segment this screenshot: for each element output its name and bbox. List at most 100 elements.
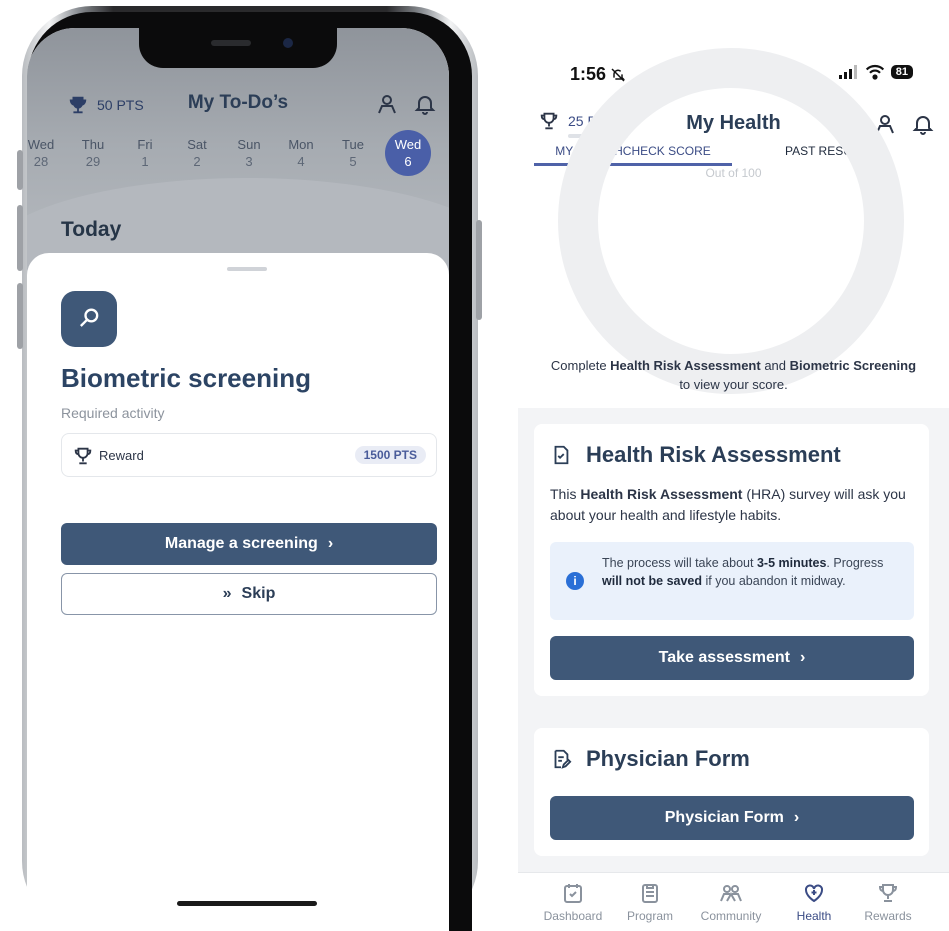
form-edit-icon: [554, 749, 572, 769]
desc-bold: Health Risk Assessment: [580, 486, 743, 502]
phone-notch: [139, 28, 337, 68]
day-number: 4: [297, 154, 305, 169]
card-title-text: Health Risk Assessment: [586, 442, 841, 467]
chevron-right-icon: ›: [327, 535, 334, 552]
tab-label: Community: [700, 909, 762, 923]
card-title: Health Risk Assessment: [550, 442, 841, 468]
day-number: 3: [245, 154, 253, 169]
phone-volume-up-button: [17, 205, 23, 271]
physician-form-button[interactable]: Physician Form ›: [550, 796, 914, 840]
info-icon: i: [566, 572, 584, 590]
tab-rewards[interactable]: Rewards: [848, 881, 928, 923]
bottom-tab-bar: Dashboard Program Community Health Rewar…: [518, 872, 949, 931]
info-part: The process will take about: [602, 556, 757, 570]
desc-text: This: [550, 486, 581, 502]
people-icon: [720, 885, 742, 902]
health-screen: 1:56 81 25 PTS My Health MY HEALTHCHECK …: [518, 44, 949, 931]
tab-community[interactable]: Community: [691, 881, 771, 923]
manage-screening-button[interactable]: Manage a screening ›: [61, 523, 437, 565]
todo-header: 50 PTS My To-Do’s: [27, 88, 449, 122]
tab-health[interactable]: Health: [774, 881, 854, 923]
reward-points-badge: 1500 PTS: [354, 446, 426, 464]
info-bold-duration: 3-5 minutes: [756, 556, 827, 570]
day-number: 1: [141, 154, 149, 169]
home-indicator[interactable]: [177, 901, 317, 906]
header-actions: [375, 92, 437, 116]
skip-button[interactable]: » Skip: [61, 573, 437, 615]
tab-dashboard[interactable]: Dashboard: [533, 881, 613, 923]
note-bold-hra: Health Risk Assessment: [610, 358, 761, 373]
score-ring: [558, 48, 904, 394]
day-item[interactable]: Sun 3: [223, 136, 275, 176]
activity-title: Biometric screening: [61, 363, 311, 393]
notch-camera: [283, 38, 293, 48]
score-panel: Out of 100 Complete Health Risk Assessme…: [518, 48, 949, 408]
info-text: The process will take about 3-5 minutes.…: [602, 554, 902, 590]
day-name: Thu: [81, 137, 105, 152]
day-item[interactable]: Wed 28: [27, 136, 67, 176]
bell-icon[interactable]: [413, 92, 437, 116]
score-note: Complete Health Risk Assessment and Biom…: [518, 356, 949, 394]
document-icon: [554, 445, 569, 465]
phone-side-button: [17, 150, 23, 190]
tab-label: Program: [626, 909, 673, 923]
note-bold-bio: Biometric Screening: [789, 358, 917, 373]
time-label: 1:56: [570, 64, 607, 84]
info-part: . Progress: [826, 556, 884, 570]
heart-plus-icon: [805, 884, 823, 903]
card-description: This Health Risk Assessment (HRA) survey…: [550, 484, 910, 526]
sheet-grabber[interactable]: [227, 267, 267, 271]
note-text: and: [760, 358, 790, 373]
day-item[interactable]: Tue 5: [327, 136, 379, 176]
day-item[interactable]: Fri 1: [119, 136, 171, 176]
card-title-text: Physician Form: [586, 746, 750, 771]
button-label: Skip: [241, 585, 276, 602]
note-text: Complete: [550, 358, 611, 373]
reward-row: Reward 1500 PTS: [61, 433, 437, 477]
day-item[interactable]: Sat 2: [171, 136, 223, 176]
tab-program[interactable]: Program: [610, 881, 690, 923]
week-day-selector: Wed 28 Thu 29 Fri 1 Sat 2 Sun 3 Mon 4 Tue 5 Wed…: [27, 130, 431, 176]
day-name: Fri: [137, 137, 153, 152]
signal-icon: [838, 65, 857, 79]
day-name: Mon: [288, 137, 314, 152]
chevron-right-icon: ›: [800, 649, 806, 666]
wifi-icon: [865, 64, 884, 80]
day-name: Wed: [27, 137, 55, 152]
info-callout: i The process will take about 3-5 minute…: [550, 542, 914, 620]
day-name: Tue: [342, 137, 364, 152]
notch-speaker: [211, 40, 251, 46]
info-bold-warning: will not be saved: [602, 574, 703, 588]
clipboard-icon: [642, 884, 658, 903]
day-number: 6: [404, 154, 412, 169]
bell-slash-icon: [611, 67, 626, 82]
bottom-sheet: Biometric screening Required activity Re…: [27, 253, 449, 931]
day-item-selected[interactable]: Wed 6: [385, 130, 431, 176]
day-number: 5: [349, 154, 357, 169]
trophy-icon: [878, 884, 898, 902]
day-name: Sat: [187, 137, 207, 152]
day-name: Sun: [237, 137, 261, 152]
day-item[interactable]: Mon 4: [275, 136, 327, 176]
double-chevron-right-icon: »: [222, 585, 232, 602]
battery-icon: 81: [890, 65, 913, 79]
info-part: if you abandon it midway.: [702, 574, 846, 588]
day-number: 29: [85, 154, 101, 169]
system-icons: 81: [838, 64, 913, 80]
bell-icon[interactable]: [911, 112, 935, 136]
status-time: 1:56: [570, 64, 626, 85]
calendar-check-icon: [564, 884, 582, 903]
button-label: Manage a screening: [164, 535, 318, 552]
tab-label: Health: [796, 909, 832, 923]
activity-icon-tile: [61, 291, 117, 347]
score-ring-caption: Out of 100: [705, 166, 762, 180]
hra-card: Health Risk Assessment This Health Risk …: [534, 424, 929, 696]
activity-subtitle: Required activity: [61, 405, 165, 421]
button-label: Take assessment: [658, 649, 790, 666]
header-actions: [873, 112, 935, 136]
take-assessment-button[interactable]: Take assessment ›: [550, 636, 914, 680]
day-item[interactable]: Thu 29: [67, 136, 119, 176]
user-icon[interactable]: [375, 92, 399, 116]
trophy-icon: [74, 447, 92, 465]
day-number: 28: [33, 154, 49, 169]
